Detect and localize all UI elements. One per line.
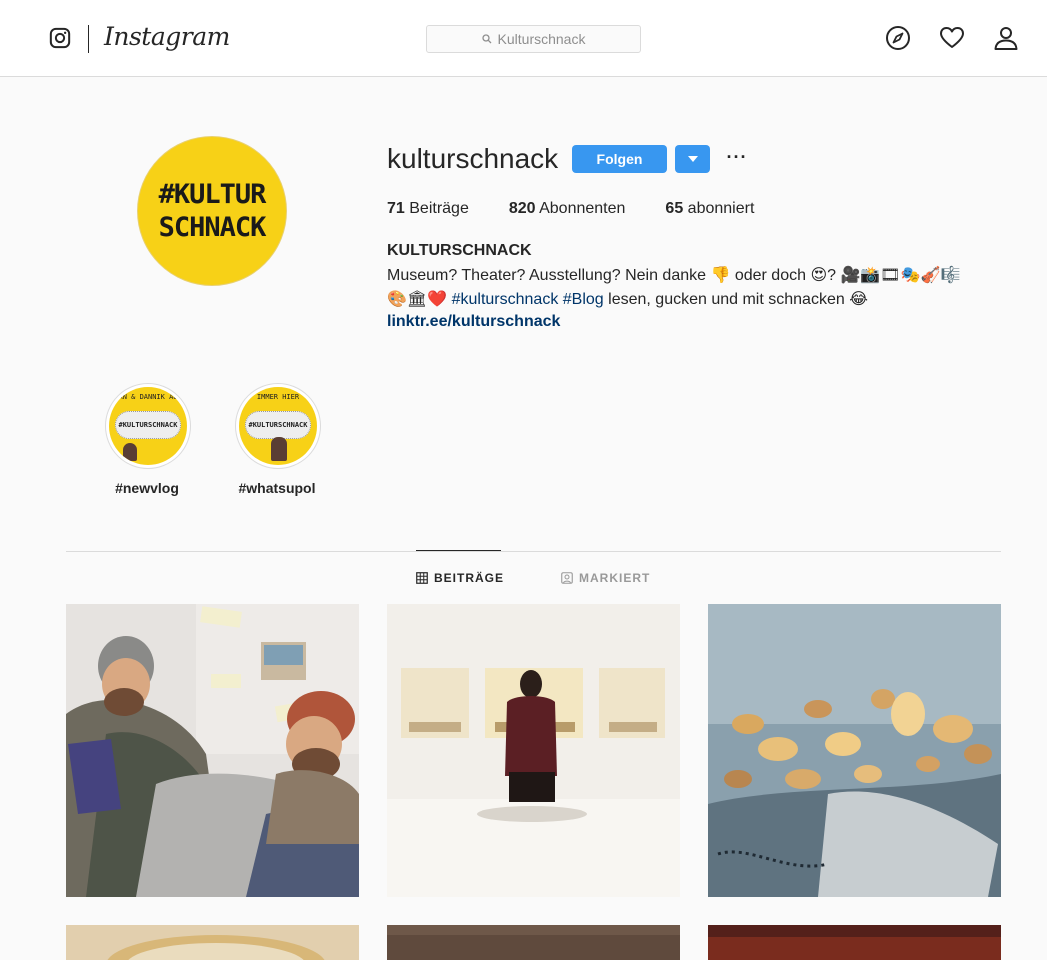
avatar-text-line-2: SCHNACK	[158, 212, 267, 243]
profile-avatar[interactable]: #KULTUR SCHNACK	[137, 136, 287, 286]
bio-website-link[interactable]: linktr.ee/kulturschnack	[387, 313, 560, 331]
more-options-button[interactable]: ···	[724, 146, 750, 172]
activity-heart-icon[interactable]	[939, 25, 965, 51]
post-thumbnail[interactable]	[66, 925, 359, 960]
instagram-wordmark[interactable]: Instagram	[104, 22, 230, 51]
profile-user-icon[interactable]	[993, 25, 1019, 51]
followers-stat[interactable]: 820 Abonnenten	[509, 200, 626, 218]
instagram-glyph-icon[interactable]	[49, 27, 71, 49]
highlight-cover: JAN & DANNIK AUF #KULTURSCHNACK	[109, 387, 187, 465]
bio-full-name: KULTURSCHNACK	[387, 242, 532, 259]
tab-tagged[interactable]: MARKIERT	[561, 571, 650, 585]
highlight-top-text: IMMER HIER	[256, 393, 300, 401]
highlight-label-whatsupol: #whatsupol	[238, 480, 316, 496]
hashtag-link-kulturschnack[interactable]: #kulturschnack	[452, 291, 559, 308]
post-thumbnail[interactable]	[387, 604, 680, 897]
tagged-person-icon	[561, 572, 573, 584]
following-label: abonniert	[687, 200, 755, 217]
active-tab-indicator	[416, 550, 501, 551]
post-thumbnail[interactable]	[387, 925, 680, 960]
hashtag-link-blog[interactable]: #Blog	[563, 291, 604, 308]
following-count: 65	[665, 200, 684, 217]
post-image-hanging-stones	[708, 604, 1001, 897]
bio-text: Museum? Theater? Ausstellung? Nein danke…	[387, 264, 997, 312]
follow-button[interactable]: Folgen	[572, 145, 667, 173]
highlight-top-text: JAN & DANNIK AUF	[114, 393, 182, 401]
explore-compass-icon[interactable]	[885, 25, 911, 51]
caret-down-icon	[687, 156, 698, 162]
bio-line-2-suffix: lesen, gucken und mit schnacken 😂	[608, 291, 868, 308]
posts-count: 71	[387, 200, 405, 217]
top-navigation-bar: Instagram Kulturschnack	[0, 0, 1047, 77]
posts-stat: 71 Beiträge	[387, 200, 469, 218]
followers-count: 820	[508, 200, 536, 217]
search-icon	[481, 34, 491, 44]
story-highlight-whatsupol[interactable]: IMMER HIER #KULTURSCHNACK	[235, 383, 321, 469]
grid-icon	[416, 572, 428, 584]
highlight-center-text: #KULTURSCHNACK	[248, 421, 308, 429]
highlight-person-figure	[271, 437, 287, 461]
profile-stats: 71 Beiträge 820 Abonnenten 65 abonniert	[387, 200, 794, 218]
bio-line-2-prefix: 🎨🏛❤️	[387, 291, 448, 308]
tab-posts[interactable]: BEITRÄGE	[416, 571, 504, 585]
story-highlight-newvlog[interactable]: JAN & DANNIK AUF #KULTURSCHNACK	[105, 383, 191, 469]
highlight-cover: IMMER HIER #KULTURSCHNACK	[239, 387, 317, 465]
following-stat[interactable]: 65 abonniert	[665, 200, 754, 218]
tabs-divider	[66, 551, 1001, 552]
post-image-row2-3	[708, 925, 1001, 960]
post-image-row2-1	[66, 925, 359, 960]
post-image-row2-2	[387, 925, 680, 960]
search-input[interactable]: Kulturschnack	[426, 25, 641, 53]
search-value: Kulturschnack	[497, 31, 586, 47]
tab-posts-label: BEITRÄGE	[434, 571, 505, 585]
post-image-museum-visitor	[387, 604, 680, 897]
profile-username: kulturschnack	[387, 143, 559, 174]
highlight-person-figure	[123, 443, 137, 461]
post-image-two-men-reading	[66, 604, 359, 897]
followers-label: Abonnenten	[539, 200, 626, 217]
highlight-label-newvlog: #newvlog	[115, 480, 179, 496]
post-thumbnail[interactable]	[66, 604, 359, 897]
post-thumbnail[interactable]	[708, 925, 1001, 960]
tab-tagged-label: MARKIERT	[579, 571, 651, 585]
highlight-center-text: #KULTURSCHNACK	[118, 421, 178, 429]
bio-line-2: 🎨🏛❤️ #kulturschnack #Blog lesen, gucken …	[387, 288, 997, 312]
post-thumbnail[interactable]	[708, 604, 1001, 897]
posts-label: Beiträge	[409, 200, 469, 217]
suggestions-dropdown-button[interactable]	[675, 145, 710, 173]
bio-line-1: Museum? Theater? Ausstellung? Nein danke…	[387, 267, 961, 284]
avatar-text-line-1: #KULTUR	[158, 179, 267, 210]
logo-divider	[88, 25, 89, 53]
